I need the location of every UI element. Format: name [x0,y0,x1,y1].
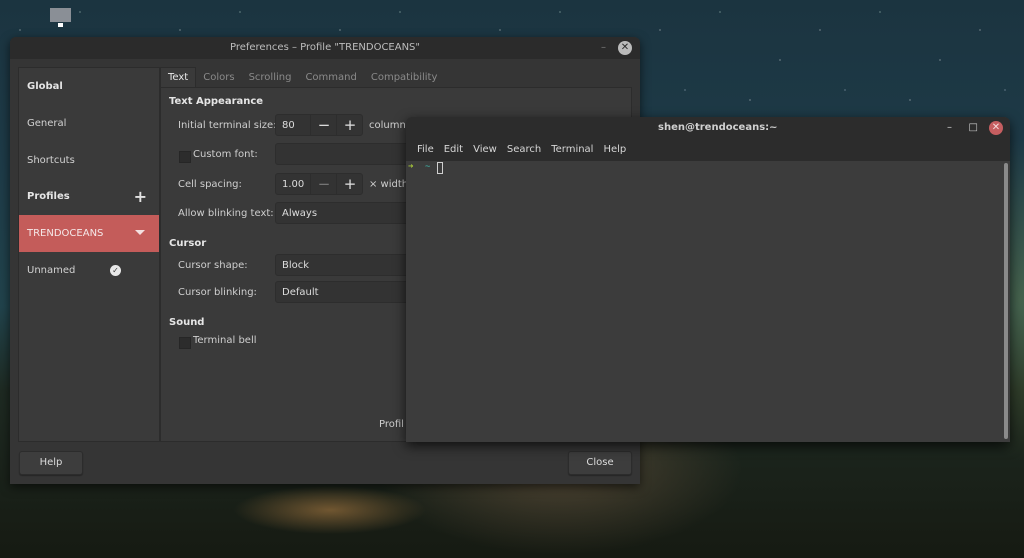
desktop-computer-icon[interactable] [50,8,71,27]
prompt-directory: ~ [425,162,431,172]
close-button[interactable]: Close [568,451,632,475]
cell-spacing-label: Cell spacing: [178,179,242,190]
terminal-title: shen@trendoceans:~ [658,122,778,133]
profile-id-label-partial: Profil [379,419,404,430]
minimize-icon[interactable]: – [601,37,606,59]
terminal-titlebar[interactable]: shen@trendoceans:~ – □ ✕ [406,117,1010,139]
custom-font-button[interactable] [275,143,415,165]
cursor-shape-dropdown[interactable]: Block [275,254,415,276]
close-icon[interactable]: ✕ [618,41,632,55]
terminal-scrollbar[interactable] [1004,163,1008,439]
custom-font-checkbox[interactable] [179,151,191,163]
terminal-text-area[interactable]: ➜ ~ [406,161,1002,442]
terminal-menubar: File Edit View Search Terminal Help [406,139,1010,161]
sidebar-item-shortcuts[interactable]: Shortcuts [19,142,159,179]
minimize-icon[interactable]: – [947,117,952,139]
tab-scrolling[interactable]: Scrolling [242,68,299,88]
preferences-title: Preferences – Profile "TRENDOCEANS" [229,42,421,53]
menu-terminal[interactable]: Terminal [546,139,598,161]
terminal-window: shen@trendoceans:~ – □ ✕ File Edit View Sea… [406,117,1010,442]
cell-spacing-spinner[interactable]: 1.00 − + [275,173,363,195]
preferences-sidebar: Global General Shortcuts Profiles + TREN… [18,67,160,442]
preferences-tabs: Text Colors Scrolling Command Compatibility [160,67,445,88]
menu-search[interactable]: Search [502,139,546,161]
tab-command[interactable]: Command [298,68,363,88]
cursor-blinking-dropdown[interactable]: Default [275,281,415,303]
chevron-down-icon[interactable] [135,230,145,235]
tab-compatibility[interactable]: Compatibility [364,68,445,88]
custom-font-label: Custom font: [193,149,258,160]
blinking-text-label: Allow blinking text: [178,208,274,219]
preferences-titlebar[interactable]: Preferences – Profile "TRENDOCEANS" – ✕ [10,37,640,59]
profile-name: Unnamed [27,265,76,276]
columns-increment-button[interactable]: + [336,115,363,135]
menu-help[interactable]: Help [598,139,631,161]
cursor-heading: Cursor [169,238,207,249]
add-profile-icon[interactable]: + [134,178,147,215]
profile-name: TRENDOCEANS [27,228,104,239]
tab-colors[interactable]: Colors [196,68,241,88]
cursor-blinking-label: Cursor blinking: [178,287,257,298]
cursor-shape-label: Cursor shape: [178,260,248,271]
sound-heading: Sound [169,317,205,328]
cell-spacing-value[interactable]: 1.00 [282,179,304,190]
maximize-icon[interactable]: □ [969,117,978,139]
help-button[interactable]: Help [19,451,83,475]
menu-edit[interactable]: Edit [439,139,468,161]
close-icon[interactable]: ✕ [989,121,1003,135]
sidebar-heading-global: Global [27,81,63,92]
profiles-heading-label: Profiles [27,191,70,202]
sidebar-heading-profiles: Profiles + [19,178,159,215]
terminal-bell-label: Terminal bell [193,335,257,346]
prompt-arrow-icon: ➜ [408,162,414,172]
columns-value[interactable]: 80 [282,120,295,131]
columns-decrement-button[interactable]: − [310,115,337,135]
initial-size-label: Initial terminal size: [178,120,277,131]
text-appearance-heading: Text Appearance [169,96,264,107]
columns-unit-label: columns [369,120,412,131]
cell-spacing-unit-label: × width [369,179,409,190]
cell-spacing-decrement-button[interactable]: − [310,174,337,194]
sidebar-profile-unnamed[interactable]: Unnamed ✓ [19,252,159,289]
menu-view[interactable]: View [468,139,502,161]
blinking-text-dropdown[interactable]: Always [275,202,415,224]
menu-file[interactable]: File [412,139,439,161]
tab-text[interactable]: Text [160,67,197,88]
sidebar-item-general[interactable]: General [19,105,159,142]
text-cursor [437,162,443,174]
sidebar-profile-trendoceans[interactable]: TRENDOCEANS [19,215,159,252]
cell-spacing-increment-button[interactable]: + [336,174,363,194]
default-check-icon: ✓ [110,265,121,276]
terminal-bell-checkbox[interactable] [179,337,191,349]
columns-spinner[interactable]: 80 − + [275,114,363,136]
